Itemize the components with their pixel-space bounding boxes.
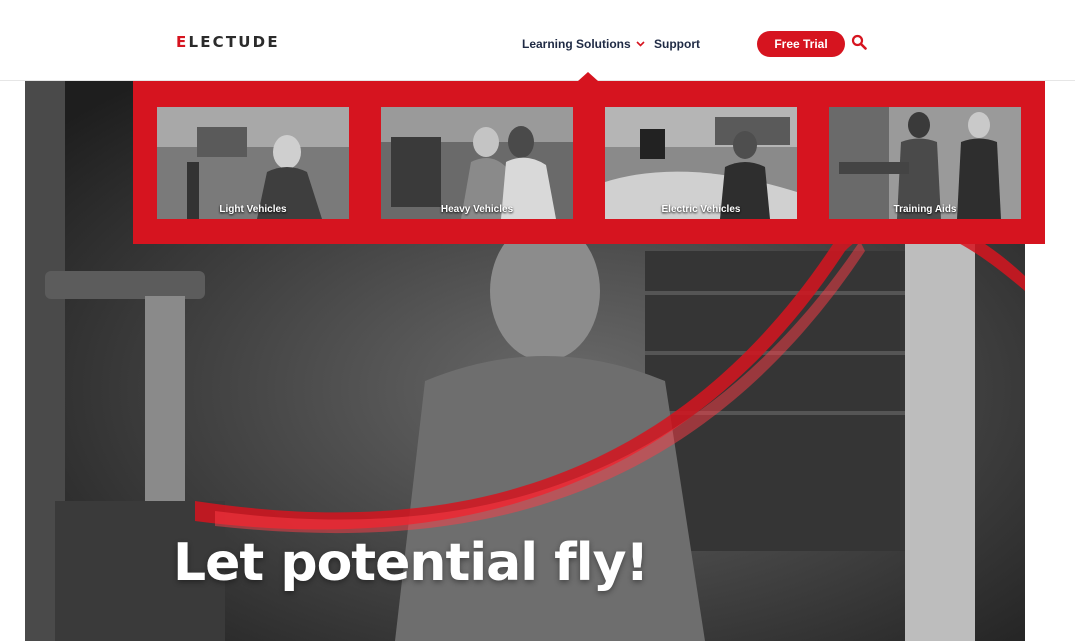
menu-card-heavy-vehicles[interactable]: Heavy Vehicles xyxy=(381,107,573,219)
menu-card-label: Training Aids xyxy=(893,204,957,215)
nav-learning-solutions[interactable]: Learning Solutions xyxy=(522,37,645,51)
chevron-down-icon xyxy=(636,41,645,47)
heavy-vehicles-image xyxy=(381,107,573,219)
nav-learning-solutions-label: Learning Solutions xyxy=(522,37,631,51)
training-aids-image xyxy=(829,107,1021,219)
menu-caret xyxy=(578,72,598,81)
free-trial-button[interactable]: Free Trial xyxy=(757,31,845,57)
nav-support[interactable]: Support xyxy=(654,37,700,51)
search-icon[interactable] xyxy=(851,34,867,50)
electude-logo[interactable]: ELECTUDE xyxy=(176,33,280,51)
light-vehicles-image xyxy=(157,107,349,219)
logo-accent-letter: E xyxy=(176,33,189,51)
hero-headline: Let potential fly! xyxy=(173,533,649,593)
logo-text: LECTUDE xyxy=(188,33,280,51)
site-header: ELECTUDE Learning Solutions Support Free… xyxy=(0,0,1075,81)
menu-card-label: Heavy Vehicles xyxy=(440,204,514,215)
menu-card-light-vehicles[interactable]: Light Vehicles xyxy=(157,107,349,219)
menu-card-label: Electric Vehicles xyxy=(661,204,741,215)
electric-vehicles-image xyxy=(605,107,797,219)
menu-card-label: Light Vehicles xyxy=(219,204,287,215)
menu-card-electric-vehicles[interactable]: Electric Vehicles xyxy=(605,107,797,219)
menu-card-training-aids[interactable]: Training Aids xyxy=(829,107,1021,219)
learning-solutions-menu: Light Vehicles Heavy Vehicles Electric V… xyxy=(133,81,1045,244)
